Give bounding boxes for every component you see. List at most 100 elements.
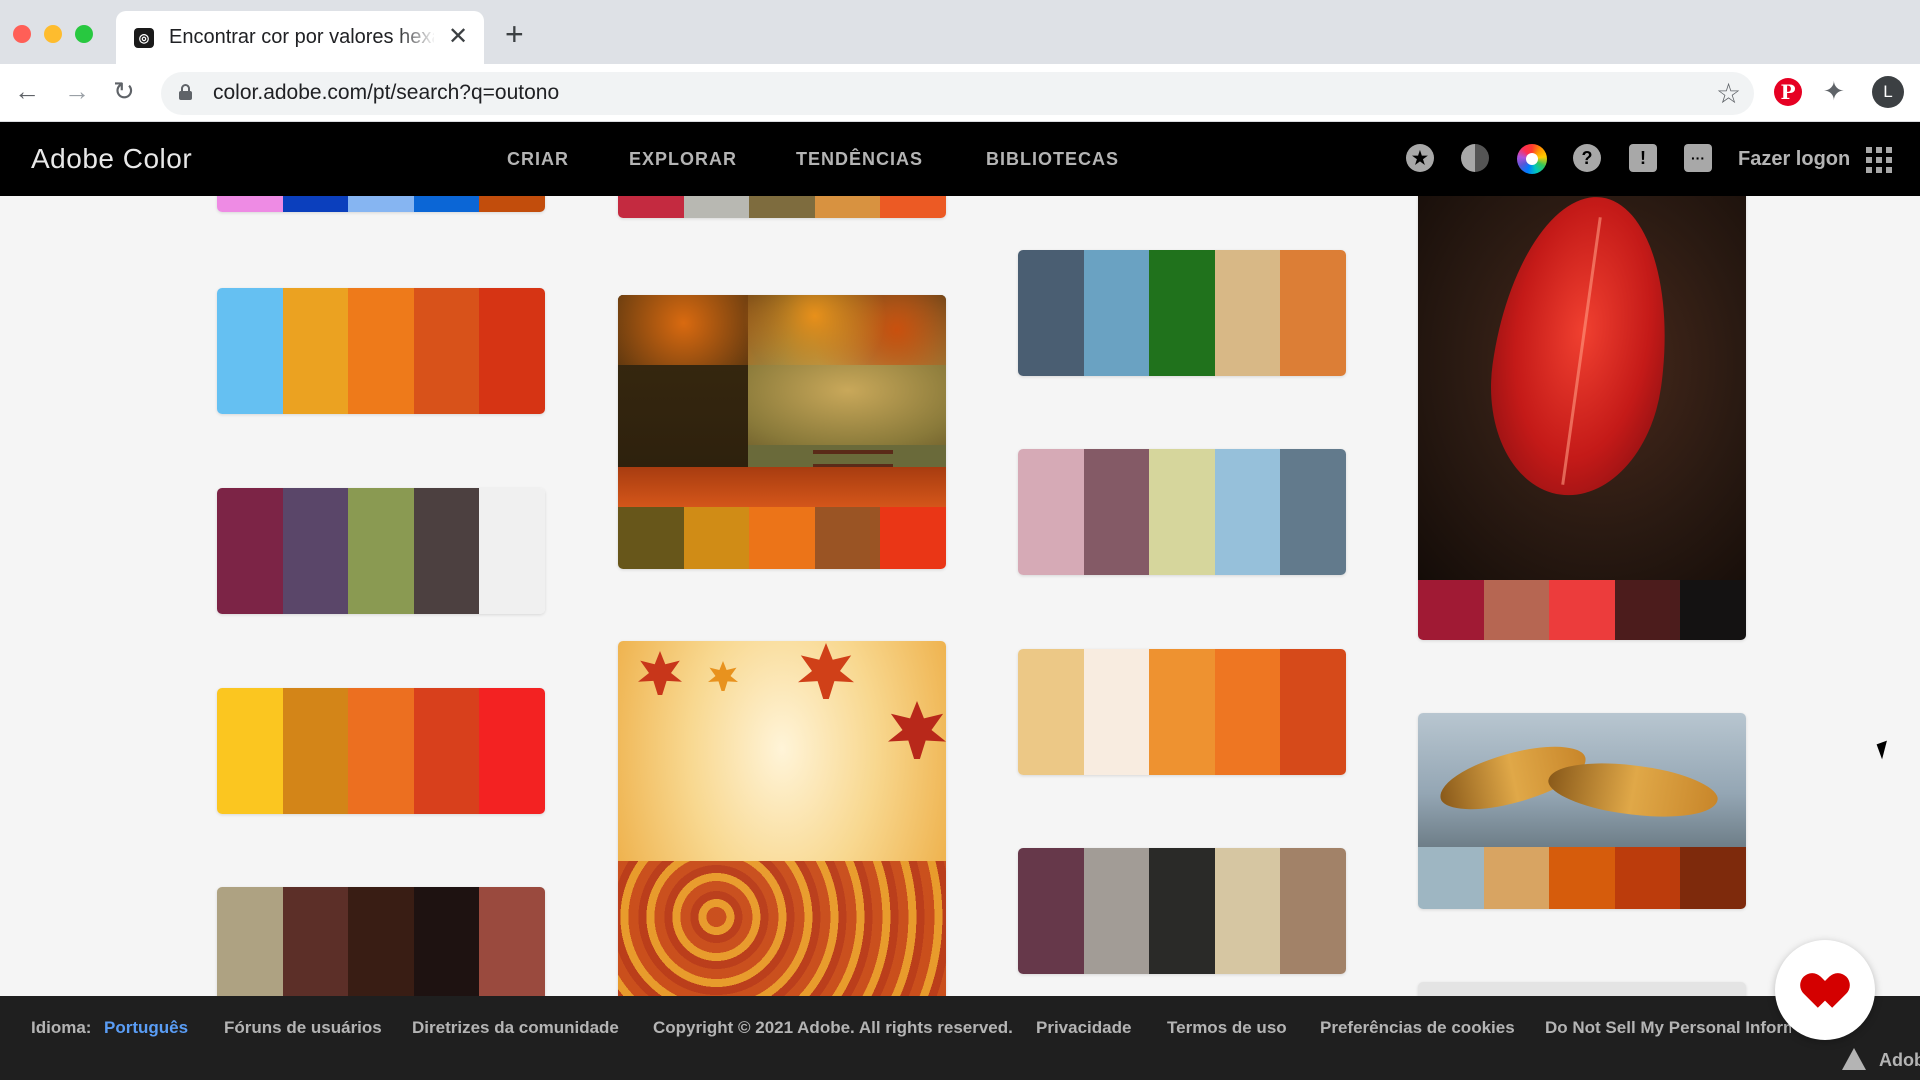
address-bar[interactable]: color.adobe.com/pt/search?q=outono ☆ [161,72,1754,115]
palette-card[interactable] [217,288,545,414]
color-swatch[interactable] [814,507,881,569]
footer-link-forums[interactable]: Fóruns de usuários [224,1018,382,1038]
color-swatch[interactable] [814,196,881,218]
report-icon[interactable]: ! [1629,144,1657,172]
palette-card[interactable] [217,887,545,996]
photo-palette-card[interactable] [1418,982,1746,996]
color-swatch[interactable] [282,688,349,814]
color-swatch[interactable] [1280,649,1346,775]
browser-tab[interactable]: ◎ Encontrar cor por valores hexadecimais… [116,11,484,64]
forward-arrow-icon[interactable]: → [64,76,90,106]
color-swatch[interactable] [479,196,545,212]
color-swatch[interactable] [217,488,283,614]
color-swatch[interactable] [1214,449,1281,575]
back-arrow-icon[interactable]: ← [14,76,40,106]
color-swatch[interactable] [348,196,414,212]
new-tab-icon[interactable]: + [505,18,524,50]
color-swatch[interactable] [749,196,815,218]
like-heart-button[interactable] [1775,940,1875,1040]
footer-link-guidelines[interactable]: Diretrizes da comunidade [412,1018,619,1038]
color-swatch[interactable] [1680,580,1746,640]
color-swatch[interactable] [413,288,480,414]
color-swatch[interactable] [1083,649,1150,775]
nav-criar[interactable]: CRIAR [507,149,569,170]
color-swatch[interactable] [1149,449,1215,575]
palette-card[interactable] [1018,449,1346,575]
nav-bibliotecas[interactable]: BIBLIOTECAS [986,149,1119,170]
palette-card[interactable] [1018,250,1346,376]
nav-tendencias[interactable]: TENDÊNCIAS [796,149,923,170]
color-swatch[interactable] [1280,449,1346,575]
photo-palette-card[interactable] [618,295,946,569]
profile-avatar[interactable]: L [1872,76,1904,108]
color-swatch[interactable] [1214,250,1281,376]
color-swatch[interactable] [880,196,946,218]
photo-palette-card[interactable] [1418,196,1746,640]
color-swatch[interactable] [413,688,480,814]
color-swatch[interactable] [348,688,414,814]
bookmark-star-icon[interactable]: ☆ [1716,77,1741,110]
color-swatch[interactable] [479,288,545,414]
color-swatch[interactable] [217,688,283,814]
color-swatch[interactable] [1680,847,1746,909]
color-swatch[interactable] [1214,848,1281,974]
color-swatch[interactable] [217,196,283,212]
accessibility-contrast-icon[interactable] [1461,144,1489,172]
close-tab-icon[interactable]: ✕ [448,23,468,51]
palette-card[interactable] [1018,848,1346,974]
color-swatch[interactable] [1549,580,1615,640]
color-swatch[interactable] [282,488,349,614]
color-swatch[interactable] [479,688,545,814]
color-swatch[interactable] [618,507,684,569]
palette-card[interactable] [217,196,545,212]
language-selector[interactable]: Português [104,1018,188,1038]
color-swatch[interactable] [348,288,414,414]
color-swatch[interactable] [1214,649,1281,775]
color-swatch[interactable] [1018,848,1084,974]
apps-grid-icon[interactable] [1866,147,1892,173]
color-swatch[interactable] [479,887,545,996]
color-swatch[interactable] [1280,848,1346,974]
photo-palette-card[interactable] [1418,713,1746,909]
color-swatch[interactable] [282,288,349,414]
url-text[interactable]: color.adobe.com/pt/search?q=outono [213,81,559,105]
favorites-star-icon[interactable]: ★ [1406,144,1434,172]
color-swatch[interactable] [1018,649,1084,775]
color-swatch[interactable] [683,507,750,569]
color-swatch[interactable] [1549,847,1615,909]
close-window-button[interactable] [13,25,31,43]
color-swatch[interactable] [618,196,684,218]
color-swatch[interactable] [282,196,349,212]
brand-logo[interactable]: Adobe Color [31,143,192,175]
color-swatch[interactable] [217,288,283,414]
color-swatch[interactable] [1149,250,1215,376]
color-swatch[interactable] [1083,449,1150,575]
color-wheel-icon[interactable] [1517,144,1547,174]
color-swatch[interactable] [1483,580,1550,640]
help-icon[interactable]: ? [1573,144,1601,172]
color-swatch[interactable] [348,887,414,996]
color-swatch[interactable] [683,196,750,218]
color-swatch[interactable] [413,887,480,996]
color-swatch[interactable] [880,507,946,569]
color-swatch[interactable] [1149,649,1215,775]
color-swatch[interactable] [1483,847,1550,909]
color-swatch[interactable] [1614,847,1681,909]
palette-card[interactable] [618,196,946,218]
footer-link-do-not-sell[interactable]: Do Not Sell My Personal Information [1545,1018,1791,1038]
nav-explorar[interactable]: EXPLORAR [629,149,737,170]
palette-card[interactable] [217,488,545,614]
lock-icon[interactable] [179,84,192,100]
signin-link[interactable]: Fazer logon [1738,148,1850,171]
color-swatch[interactable] [1418,847,1484,909]
minimize-window-button[interactable] [44,25,62,43]
color-swatch[interactable] [1083,250,1150,376]
extensions-puzzle-icon[interactable]: ✦ [1823,76,1845,107]
color-swatch[interactable] [1418,580,1484,640]
color-swatch[interactable] [1149,848,1215,974]
color-swatch[interactable] [413,488,480,614]
color-swatch[interactable] [1614,580,1681,640]
palette-card[interactable] [217,688,545,814]
color-swatch[interactable] [479,488,545,614]
footer-link-terms[interactable]: Termos de uso [1167,1018,1287,1038]
